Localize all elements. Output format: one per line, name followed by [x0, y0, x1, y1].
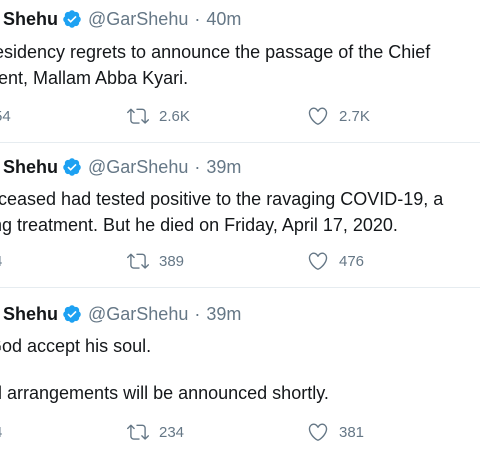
tweet-text-line: ing treatment. But he died on Friday, Ap…: [0, 215, 398, 235]
retweet-count: 2.6K: [159, 107, 190, 125]
reply-button[interactable]: 54: [0, 105, 11, 127]
verified-badge-icon: [63, 10, 81, 28]
tweet-2[interactable]: a Shehu @GarShehu · 39m eceased had test…: [0, 143, 480, 287]
reply-count: 4: [0, 253, 2, 270]
timestamp[interactable]: 39m: [206, 156, 241, 178]
tweet-header: a Shehu @GarShehu · 40m: [0, 8, 241, 30]
tweet-text-line: residency regrets to announce the passag…: [0, 42, 431, 62]
reply-count: 54: [0, 107, 11, 125]
tweet-text-line: dent, Mallam Abba Kyari.: [0, 68, 189, 88]
author-handle[interactable]: @GarShehu: [88, 8, 188, 30]
verified-badge-icon: [63, 158, 81, 176]
like-count: 476: [339, 252, 365, 270]
author-name[interactable]: a Shehu: [0, 303, 58, 325]
retweet-button[interactable]: 389: [127, 250, 184, 272]
retweet-button[interactable]: 234: [127, 421, 184, 443]
verified-badge-icon: [63, 305, 81, 323]
timestamp[interactable]: 40m: [206, 8, 241, 30]
separator-dot: ·: [194, 157, 201, 177]
tweet-actions: 4 234 381: [0, 421, 480, 443]
retweet-icon: [127, 108, 149, 124]
retweet-icon: [127, 424, 149, 440]
tweet-text-line: al arrangements will be announced shortl…: [0, 383, 329, 403]
retweet-count: 234: [159, 423, 185, 441]
tweet-3[interactable]: a Shehu @GarShehu · 39m God accept his s…: [0, 288, 480, 456]
tweet-actions: 54 2.6K 2.7K: [0, 105, 480, 127]
like-button[interactable]: 476: [307, 250, 364, 272]
reply-button[interactable]: 4: [0, 421, 2, 443]
tweet-text-line: eceased had tested positive to the ravag…: [0, 189, 444, 209]
retweet-count: 389: [159, 252, 185, 270]
author-name[interactable]: a Shehu: [0, 156, 58, 178]
like-count: 2.7K: [339, 107, 370, 125]
tweet-text-line: God accept his soul.: [0, 336, 152, 356]
separator-dot: ·: [194, 9, 201, 29]
author-handle[interactable]: @GarShehu: [88, 303, 188, 325]
separator-dot: ·: [194, 304, 201, 324]
tweet-1[interactable]: a Shehu @GarShehu · 40m residency regret…: [0, 0, 480, 142]
heart-icon: [308, 252, 328, 270]
heart-icon: [308, 423, 328, 441]
author-handle[interactable]: @GarShehu: [88, 156, 188, 178]
retweet-button[interactable]: 2.6K: [127, 105, 190, 127]
tweet-actions: 4 389 476: [0, 250, 480, 272]
tweet-header: a Shehu @GarShehu · 39m: [0, 303, 241, 325]
author-name[interactable]: a Shehu: [0, 8, 58, 30]
tweet-header: a Shehu @GarShehu · 39m: [0, 156, 241, 178]
heart-icon: [308, 107, 328, 125]
retweet-icon: [127, 253, 149, 269]
like-count: 381: [339, 423, 365, 441]
like-button[interactable]: 2.7K: [307, 105, 370, 127]
reply-count: 4: [0, 424, 2, 441]
timestamp[interactable]: 39m: [206, 303, 241, 325]
like-button[interactable]: 381: [307, 421, 364, 443]
reply-button[interactable]: 4: [0, 250, 2, 272]
